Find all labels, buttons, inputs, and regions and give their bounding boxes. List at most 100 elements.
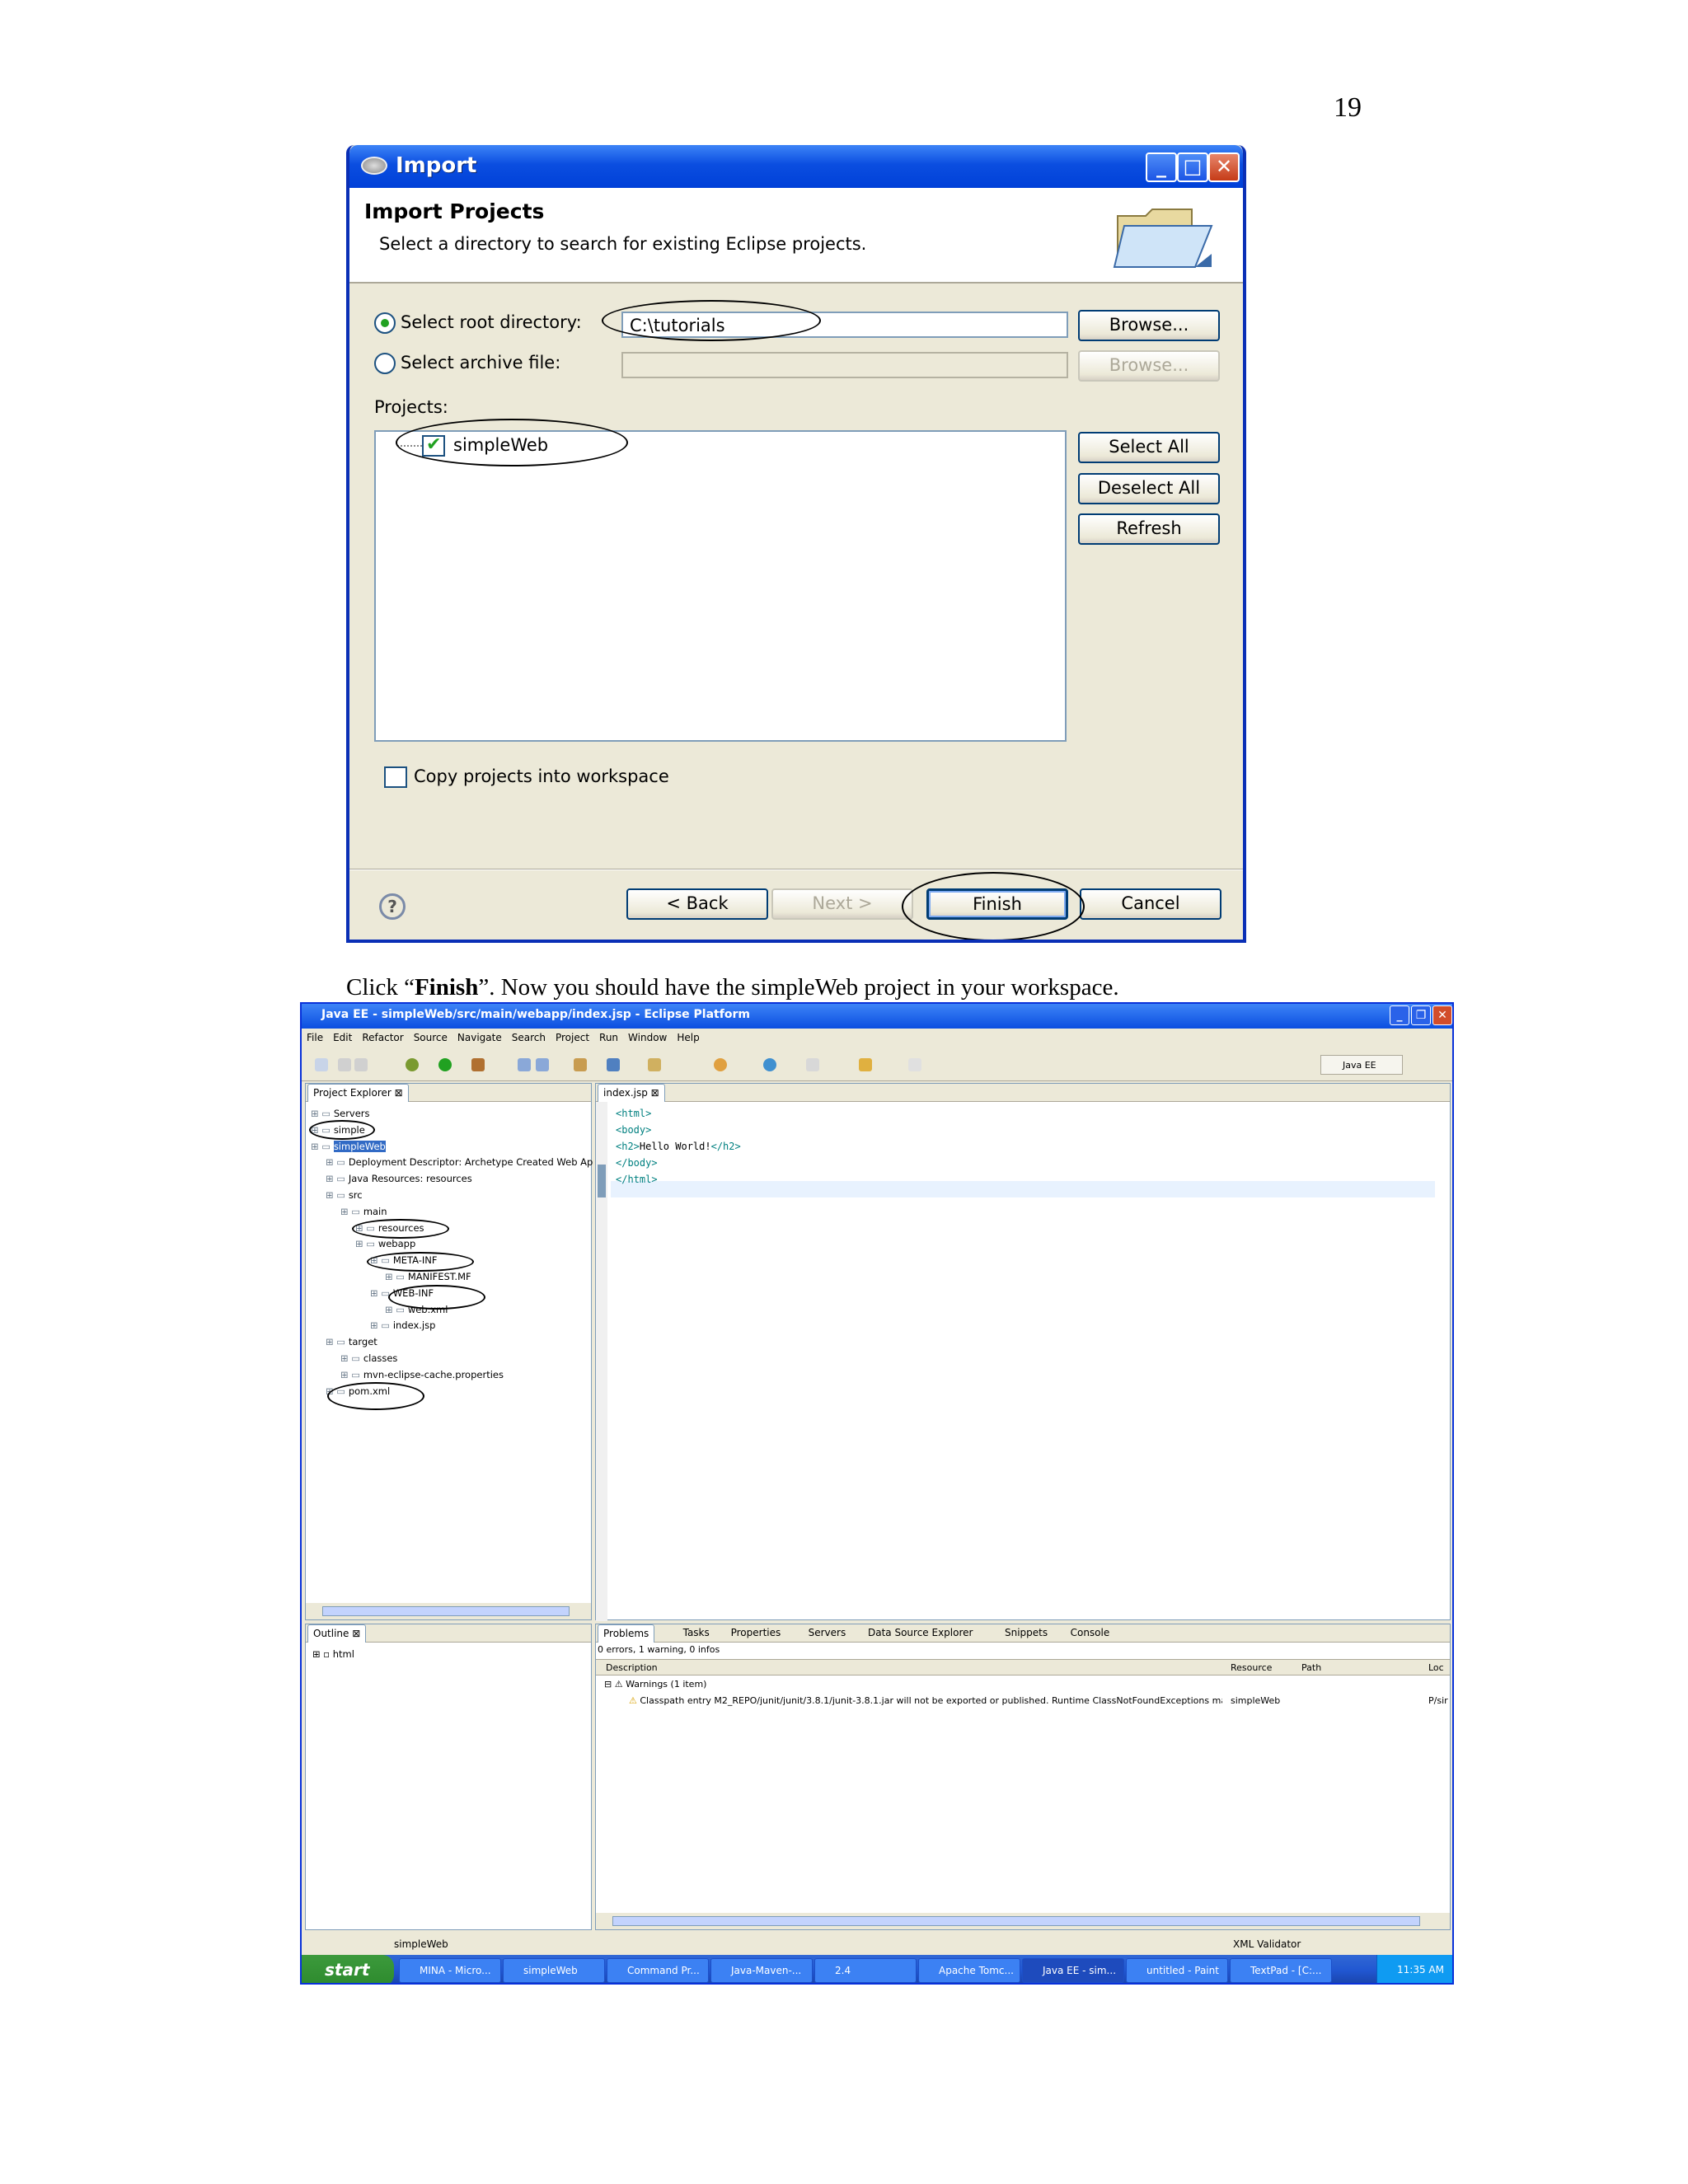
forward-nav-icon[interactable] [908, 1058, 921, 1071]
taskbar-item[interactable]: Java-Maven-... [710, 1958, 813, 1983]
taskbar-item[interactable]: untitled - Paint [1126, 1958, 1228, 1983]
minimize-button[interactable]: _ [1146, 152, 1177, 182]
restore-button[interactable]: ❐ [1411, 1005, 1431, 1025]
tree-node[interactable]: ⊞ ▭ src [326, 1187, 363, 1203]
annotation-icon[interactable] [648, 1058, 661, 1071]
tree-node[interactable]: ⊞ ▭ main [340, 1203, 387, 1220]
copy-projects-checkbox[interactable] [384, 766, 407, 788]
perspective-java-ee[interactable]: Java EE [1320, 1055, 1403, 1075]
tree-node[interactable]: ⊞ ▭ MANIFEST.MF [385, 1268, 471, 1285]
save-all-icon[interactable] [354, 1058, 368, 1071]
warnings-group[interactable]: ⊟ ⚠ Warnings (1 item) [604, 1679, 706, 1690]
deselect-all-button[interactable]: Deselect All [1078, 473, 1220, 504]
tree-node[interactable]: ⊞ ▭ webapp [355, 1235, 415, 1252]
finish-button[interactable]: Finish [926, 888, 1068, 920]
dialog-title-bar[interactable]: Import _ □ ✕ [349, 145, 1243, 188]
project-tree[interactable]: ⊞ ▭ Servers ⊞ ▭ simple ⊞ ▭ simpleWeb ⊞ ▭ De… [311, 1105, 593, 1591]
tab-project-explorer[interactable]: Project Explorer ⊠ [307, 1084, 409, 1102]
tab-outline[interactable]: Outline ⊠ [307, 1624, 367, 1643]
root-directory-field[interactable]: C:\tutorials [621, 312, 1068, 338]
taskbar-item[interactable]: simpleWeb [503, 1958, 605, 1983]
col-description[interactable]: Description [606, 1662, 658, 1673]
tree-node[interactable]: ⊞ ▭ pom.xml [326, 1383, 390, 1399]
refresh-button[interactable]: Refresh [1078, 513, 1220, 545]
taskbar-item[interactable]: 2.4 [814, 1958, 917, 1983]
tab-problems[interactable]: Problems [598, 1624, 655, 1643]
prev-annotation-icon[interactable] [806, 1058, 819, 1071]
taskbar-item[interactable]: TextPad - [C:... [1230, 1958, 1332, 1983]
tree-node[interactable]: ⊞ ▭ WEB-INF [370, 1285, 434, 1301]
tree-node[interactable]: ⊞ ▭ simpleWeb [311, 1138, 386, 1155]
menu-source[interactable]: Source [414, 1032, 448, 1043]
start-button[interactable]: start [302, 1955, 394, 1983]
taskbar-item[interactable]: MINA - Micro... [399, 1958, 501, 1983]
new-icon[interactable] [315, 1058, 328, 1071]
eclipse-title-bar[interactable]: Java EE - simpleWeb/src/main/webapp/inde… [302, 1004, 1452, 1029]
cancel-button[interactable]: Cancel [1080, 888, 1221, 920]
open-type-icon[interactable] [518, 1058, 531, 1071]
menu-window[interactable]: Window [628, 1032, 667, 1043]
tree-node[interactable]: ⊞ ▭ simple [311, 1122, 365, 1138]
archive-file-radio[interactable] [374, 353, 396, 374]
tab-properties[interactable]: Properties [726, 1624, 786, 1643]
menu-help[interactable]: Help [677, 1032, 699, 1043]
menu-run[interactable]: Run [599, 1032, 618, 1043]
tree-node[interactable]: ⊞ ▭ classes [340, 1350, 397, 1366]
col-path[interactable]: Path [1301, 1662, 1321, 1673]
tree-node[interactable]: ⊞ ▭ Deployment Descriptor: Archetype Cre… [326, 1154, 593, 1170]
tab-servers[interactable]: Servers [804, 1624, 851, 1643]
tree-node[interactable]: ⊞ ▭ resources [355, 1220, 424, 1236]
search-icon[interactable] [763, 1058, 776, 1071]
tab-index-jsp[interactable]: index.jsp ⊠ [598, 1084, 665, 1102]
scrollbar-thumb[interactable] [322, 1606, 570, 1616]
taskbar-item[interactable]: Java EE - sim... [1022, 1958, 1124, 1983]
back-nav-icon[interactable] [859, 1058, 872, 1071]
problems-scrollbar[interactable] [596, 1913, 1450, 1929]
maximize-button[interactable]: □ [1177, 152, 1208, 182]
tab-console[interactable]: Console [1066, 1624, 1115, 1643]
save-icon[interactable] [338, 1058, 351, 1071]
minimize-button[interactable]: _ [1390, 1005, 1409, 1025]
debug-icon[interactable] [406, 1058, 419, 1071]
web-service-icon[interactable] [714, 1058, 727, 1071]
project-checkbox[interactable] [422, 434, 445, 457]
col-resource[interactable]: Resource [1231, 1662, 1272, 1673]
select-all-button[interactable]: Select All [1078, 432, 1220, 463]
server-icon[interactable] [607, 1058, 620, 1071]
close-button[interactable]: ✕ [1208, 152, 1240, 182]
tree-node[interactable]: ⊞ ▭ mvn-eclipse-cache.properties [340, 1366, 504, 1383]
scrollbar-thumb[interactable] [612, 1916, 1420, 1926]
open-resource-icon[interactable] [536, 1058, 549, 1071]
tree-node[interactable]: ⊞ ▭ web.xml [385, 1301, 448, 1318]
help-icon[interactable]: ? [379, 893, 406, 920]
tree-node[interactable]: ⊞ ▭ Servers [311, 1105, 370, 1122]
run-icon[interactable] [438, 1058, 452, 1071]
code-editor[interactable]: <html> <body> <h2>Hello World!</h2> </body>… [616, 1105, 1423, 1188]
external-tools-icon[interactable] [471, 1058, 485, 1071]
build-icon[interactable] [574, 1058, 587, 1071]
outline-item[interactable]: ⊞ ▫ html [312, 1646, 354, 1662]
tab-tasks[interactable]: Tasks [678, 1624, 715, 1643]
menu-navigate[interactable]: Navigate [457, 1032, 502, 1043]
taskbar-item[interactable]: Command Pr... [607, 1958, 709, 1983]
root-directory-radio[interactable] [374, 312, 396, 334]
menu-search[interactable]: Search [512, 1032, 546, 1043]
menu-project[interactable]: Project [556, 1032, 589, 1043]
close-button[interactable]: ✕ [1432, 1005, 1452, 1025]
menu-edit[interactable]: Edit [333, 1032, 352, 1043]
horizontal-scrollbar[interactable] [306, 1603, 591, 1619]
taskbar-item[interactable]: Apache Tomc... [918, 1958, 1020, 1983]
tree-node[interactable]: ⊞ ▭ target [326, 1333, 377, 1350]
tree-node[interactable]: ⊞ ▭ Java Resources: resources [326, 1170, 472, 1187]
menu-refactor[interactable]: Refactor [362, 1032, 403, 1043]
back-button[interactable]: < Back [626, 888, 768, 920]
projects-list[interactable]: simpleWeb [374, 430, 1067, 742]
menu-file[interactable]: File [307, 1032, 323, 1043]
tab-data-source-explorer[interactable]: Data Source Explorer [863, 1624, 978, 1643]
col-loc[interactable]: Loc [1428, 1662, 1444, 1673]
tree-node[interactable]: ⊞ ▭ index.jsp [370, 1317, 435, 1333]
browse-button[interactable]: Browse... [1078, 310, 1220, 341]
warning-row[interactable]: ⚠ Classpath entry M2_REPO/junit/junit/3.… [629, 1695, 1222, 1706]
tab-snippets[interactable]: Snippets [1000, 1624, 1053, 1643]
tree-node[interactable]: ⊞ ▭ META-INF [370, 1252, 438, 1268]
